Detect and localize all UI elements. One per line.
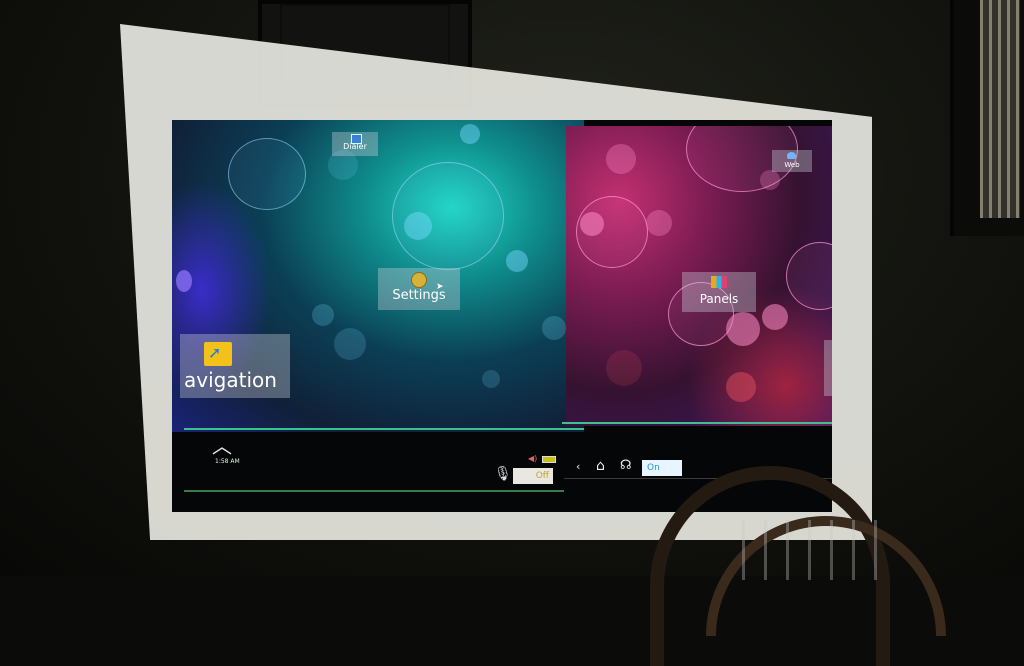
bokeh-dot [726, 312, 760, 346]
dialer-shortcut[interactable]: Dialer [332, 132, 378, 156]
chevron-up-icon[interactable]: ︿ [212, 436, 232, 456]
microphone-icon[interactable]: 🎙 [494, 466, 512, 482]
right-dock-divider [562, 422, 832, 424]
voice-icon[interactable]: ☊ [620, 458, 632, 473]
battery-icon [542, 456, 556, 463]
bokeh-dot [334, 328, 366, 360]
bokeh-dot [762, 304, 788, 330]
navigation-label: avigation [184, 368, 277, 392]
bokeh-ring [786, 242, 832, 310]
window-blinds [980, 0, 1020, 218]
bokeh-dot [726, 372, 756, 402]
cloud-icon [787, 152, 796, 159]
status-clock: 1:58 AM [215, 458, 240, 465]
volume-icon: ◀) [528, 454, 538, 463]
bokeh-ring [228, 138, 306, 210]
right-home-screen: Web Panels [566, 126, 832, 426]
projected-display: Dialer Settings ➤ avigation Web Pane [172, 120, 832, 512]
cursor-icon: ➤ [436, 282, 444, 292]
bokeh-dot [506, 250, 528, 272]
bokeh-dot [580, 212, 604, 236]
bokeh-dot [606, 144, 636, 174]
home-icon[interactable]: ⌂ [596, 458, 605, 474]
web-shortcut[interactable]: Web [772, 150, 812, 172]
left-bottom-line [184, 490, 564, 492]
web-label: Web [784, 161, 800, 169]
bokeh-dot [404, 212, 432, 240]
right-toggle-switch[interactable]: On [642, 460, 682, 476]
bokeh-dot [760, 170, 780, 190]
bokeh-dot [460, 124, 480, 144]
panels-shortcut[interactable]: Panels [682, 272, 756, 312]
back-icon[interactable]: ‹ [576, 460, 580, 473]
left-dock-divider [184, 428, 584, 430]
partial-shortcut[interactable] [824, 340, 832, 396]
left-toggle-switch[interactable]: Off [513, 468, 553, 484]
chair-spindles [742, 520, 892, 580]
bokeh-dot [176, 270, 192, 292]
navigation-shortcut[interactable]: avigation [180, 334, 290, 398]
bokeh-dot [482, 370, 500, 388]
left-home-screen: Dialer Settings ➤ avigation [172, 120, 584, 432]
settings-shortcut[interactable]: Settings [378, 268, 460, 310]
bokeh-dot [312, 304, 334, 326]
bar-chart-icon [711, 276, 727, 288]
panels-label: Panels [699, 292, 739, 306]
gear-icon [411, 272, 427, 288]
bokeh-dot [542, 316, 566, 340]
navigation-arrow-icon [204, 342, 232, 366]
bokeh-dot [606, 350, 642, 386]
bokeh-dot [646, 210, 672, 236]
phone-icon [351, 134, 362, 144]
